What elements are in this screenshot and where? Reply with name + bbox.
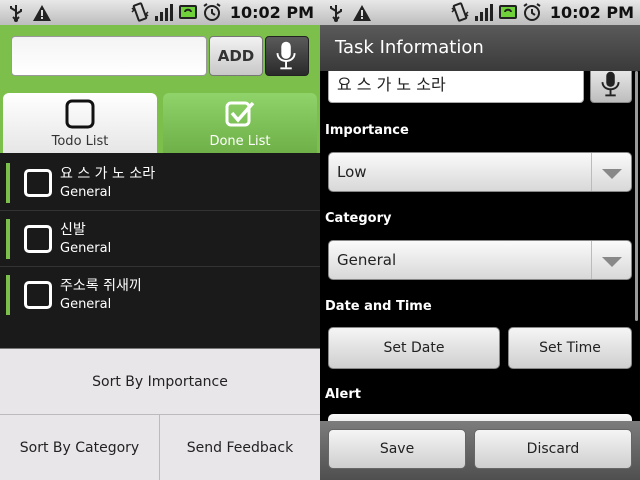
category-value: General xyxy=(337,251,397,269)
task-category: General xyxy=(60,241,112,256)
tab-label: Done List xyxy=(209,134,271,149)
set-date-button[interactable]: Set Date xyxy=(328,327,500,369)
menu-sort-by-importance[interactable]: Sort By Importance xyxy=(0,349,320,415)
task-entry-bar: ADD xyxy=(0,25,320,90)
page-title: Task Information xyxy=(335,37,484,58)
battery-icon xyxy=(178,5,197,19)
importance-value: Low xyxy=(337,163,367,181)
task-checkbox[interactable] xyxy=(24,281,52,309)
task-category: General xyxy=(60,297,112,312)
microphone-icon xyxy=(601,71,620,97)
status-time: 10:02 PM xyxy=(229,2,314,22)
save-button[interactable]: Save xyxy=(328,429,466,469)
checkbox-icon xyxy=(65,99,95,129)
discard-button[interactable]: Discard xyxy=(474,429,632,469)
usb-icon xyxy=(330,5,342,22)
vibrate-icon xyxy=(131,2,149,22)
status-bar: 10:02 PM xyxy=(320,0,640,25)
task-title: 요 스 가 노 소라 xyxy=(60,166,156,182)
importance-label: Importance xyxy=(325,123,409,138)
category-dropdown[interactable]: General xyxy=(328,240,632,280)
checked-checkbox-icon xyxy=(225,101,255,127)
todo-list-screen: 10:02 PM ADD Todo List Done List 요 스 가 노… xyxy=(0,0,320,480)
usb-icon xyxy=(10,5,22,22)
task-list: 요 스 가 노 소라 General 신발 General 주소록 쥐새끼 Ge… xyxy=(0,155,320,320)
importance-bar xyxy=(6,163,10,203)
task-information-screen: 10:02 PM Task Information 요 스 가 노 소라 Imp… xyxy=(320,0,640,480)
signal-icon xyxy=(474,4,493,21)
menu-sort-by-category[interactable]: Sort By Category xyxy=(0,415,160,480)
dropdown-arrow-icon xyxy=(602,257,622,267)
dropdown-arrow xyxy=(591,153,631,191)
task-form[interactable]: 요 스 가 노 소라 Importance Low Category Gener… xyxy=(320,71,640,421)
date-time-label: Date and Time xyxy=(325,299,432,314)
task-checkbox[interactable] xyxy=(24,225,52,253)
task-input[interactable] xyxy=(11,36,207,76)
signal-icon xyxy=(154,4,173,21)
warning-icon xyxy=(353,5,371,21)
alert-label: Alert xyxy=(325,387,361,402)
status-time: 10:02 PM xyxy=(549,2,634,22)
task-checkbox[interactable] xyxy=(24,169,52,197)
microphone-icon xyxy=(276,41,296,70)
voice-input-button[interactable] xyxy=(265,36,309,76)
task-row[interactable]: 요 스 가 노 소라 General xyxy=(0,155,320,211)
alarm-icon xyxy=(203,3,221,21)
category-label: Category xyxy=(325,211,392,226)
list-tabs: Todo List Done List xyxy=(0,90,320,153)
dropdown-arrow xyxy=(591,241,631,279)
task-title: 주소록 쥐새끼 xyxy=(60,278,142,294)
task-title: 신발 xyxy=(60,222,86,238)
task-row[interactable]: 주소록 쥐새끼 General xyxy=(0,267,320,323)
add-button[interactable]: ADD xyxy=(209,36,263,76)
task-category: General xyxy=(60,185,112,200)
action-bar: Save Discard xyxy=(320,421,640,480)
alert-dropdown[interactable] xyxy=(328,414,632,421)
set-time-button[interactable]: Set Time xyxy=(508,327,632,369)
dropdown-arrow-icon xyxy=(602,169,622,179)
form-scrollbar[interactable] xyxy=(635,71,638,321)
menu-send-feedback[interactable]: Send Feedback xyxy=(160,415,320,480)
status-bar: 10:02 PM xyxy=(0,0,320,25)
battery-icon xyxy=(498,5,517,19)
task-name-field[interactable]: 요 스 가 노 소라 xyxy=(328,71,584,103)
importance-bar xyxy=(6,275,10,315)
voice-input-button[interactable] xyxy=(590,71,632,103)
tab-todo-list[interactable]: Todo List xyxy=(3,93,157,153)
tab-done-list[interactable]: Done List xyxy=(163,93,317,153)
task-row[interactable]: 신발 General xyxy=(0,211,320,267)
alarm-icon xyxy=(523,3,541,21)
vibrate-icon xyxy=(451,2,469,22)
warning-icon xyxy=(33,5,51,21)
title-bar: Task Information xyxy=(320,25,640,71)
importance-bar xyxy=(6,219,10,259)
options-menu: Sort By Importance Sort By Category Send… xyxy=(0,348,320,480)
importance-dropdown[interactable]: Low xyxy=(328,152,632,192)
tab-label: Todo List xyxy=(51,134,109,149)
